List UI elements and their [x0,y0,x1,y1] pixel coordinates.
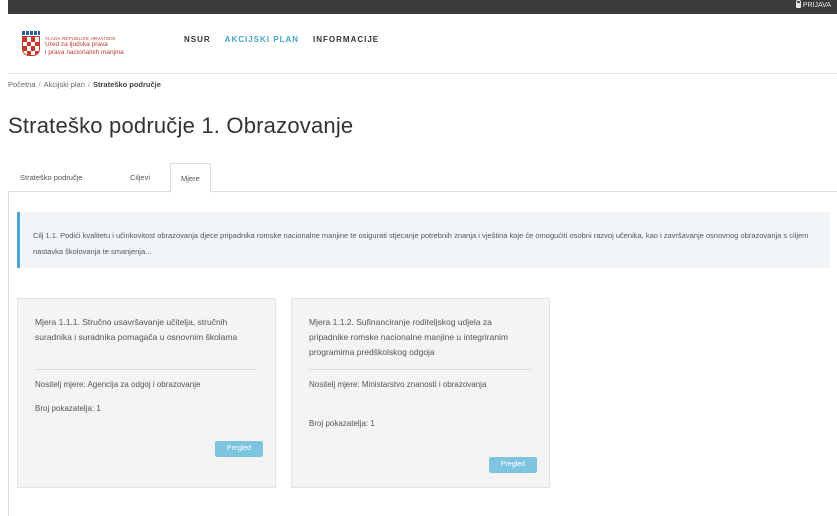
view-button[interactable]: Pregled [215,441,263,457]
measure-indicators: Broj pokazatelja: 1 [309,419,375,428]
site-header: VLADA REPUBLIKE HRVATSKE Ured za ljudska… [8,14,837,74]
breadcrumb-action-plan[interactable]: Akcijski plan [44,80,85,89]
view-button[interactable]: Pregled [489,457,537,473]
page-title: Strateško područje 1. Obrazovanje [8,113,354,138]
divider [35,369,257,370]
measure-holder: Nositelj mjere: Agencija za odgoj i obra… [35,380,201,389]
site-logo[interactable]: VLADA REPUBLIKE HRVATSKE Ured za ljudska… [22,31,124,57]
logo-line-3: i prava nacionalnih manjina [45,48,124,56]
divider [309,369,531,370]
breadcrumb-current: Strateško područje [92,80,161,89]
tab-goals[interactable]: Ciljevi [120,163,160,192]
measure-card: Mjera 1.1.2. Sufinanciranje roditeljskog… [291,298,550,488]
breadcrumb-home[interactable]: Početna [8,80,36,89]
login-label: PRIJAVA [802,2,831,9]
measure-title: Mjera 1.1.1. Stručno usavršavanje učitel… [35,317,238,342]
measure-card: Mjera 1.1.1. Stručno usavršavanje učitel… [17,298,276,488]
coat-of-arms-icon [22,31,40,57]
tab-bar: Strateško područje Ciljevi Mjere [8,163,837,193]
nav-item-akcijski-plan[interactable]: AKCIJSKI PLAN [225,35,299,44]
breadcrumb: Početna / Akcijski plan / Strateško podr… [8,80,161,89]
logo-line-2: Ured za ljudska prava [45,41,108,49]
measure-holder: Nositelj mjere: Ministarstvo znanosti i … [309,380,487,389]
measure-title: Mjera 1.1.2. Sufinanciranje roditeljskog… [309,317,508,357]
nav-item-informacije[interactable]: INFORMACIJE [313,35,379,44]
top-bar: PRIJAVA [8,0,837,14]
measure-indicators: Broj pokazatelja: 1 [35,404,101,413]
tab-strategic-area[interactable]: Strateško područje [10,163,93,192]
login-link[interactable]: PRIJAVA [795,0,831,9]
nav-item-nsur[interactable]: NSUR [184,35,211,44]
goal-panel: Cilj 1.1. Podići kvalitetu i učinkovitos… [17,212,830,268]
main-nav: NSUR AKCIJSKI PLAN INFORMACIJE [184,35,379,44]
content-border [8,192,9,516]
tab-measures[interactable]: Mjere [170,163,211,193]
goal-text: Cilj 1.1. Podići kvalitetu i učinkovitos… [33,231,809,256]
lock-icon [795,0,802,8]
